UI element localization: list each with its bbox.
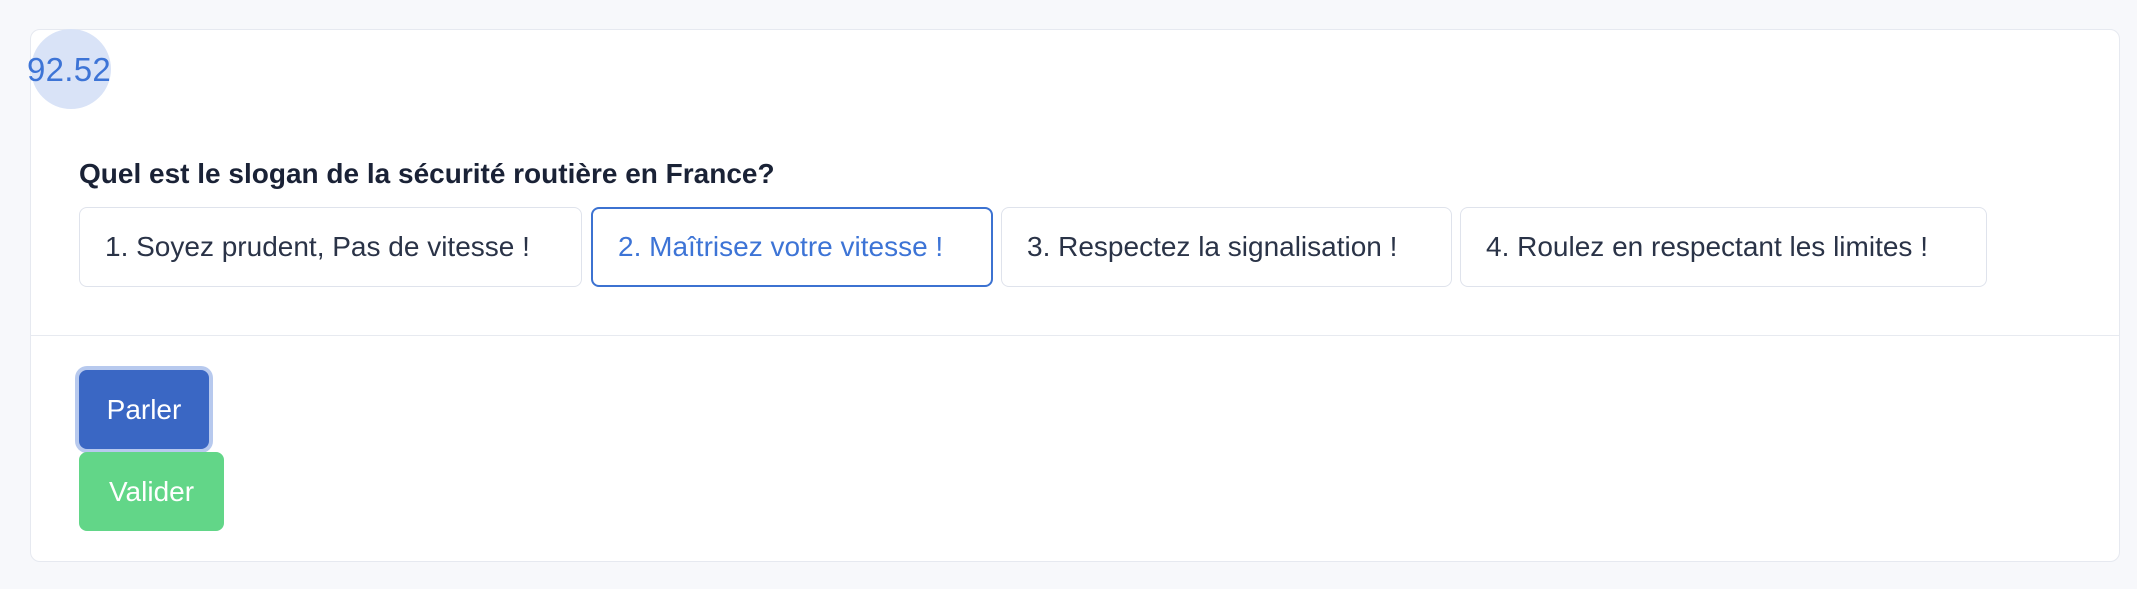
question-text: Quel est le slogan de la sécurité routiè… [79,158,775,189]
timer-value: 92.52 [27,51,112,88]
quiz-card [30,29,2120,562]
answer-option-2[interactable]: 2. Maîtrisez votre vitesse ! [591,207,993,287]
section-divider [31,335,2119,336]
speak-button[interactable]: Parler [79,370,209,449]
answer-option-4[interactable]: 4. Roulez en respectant les limites ! [1460,207,1987,287]
submit-button[interactable]: Valider [79,452,224,531]
answer-option-1[interactable]: 1. Soyez prudent, Pas de vitesse ! [79,207,582,287]
answer-option-3[interactable]: 3. Respectez la signalisation ! [1001,207,1452,287]
